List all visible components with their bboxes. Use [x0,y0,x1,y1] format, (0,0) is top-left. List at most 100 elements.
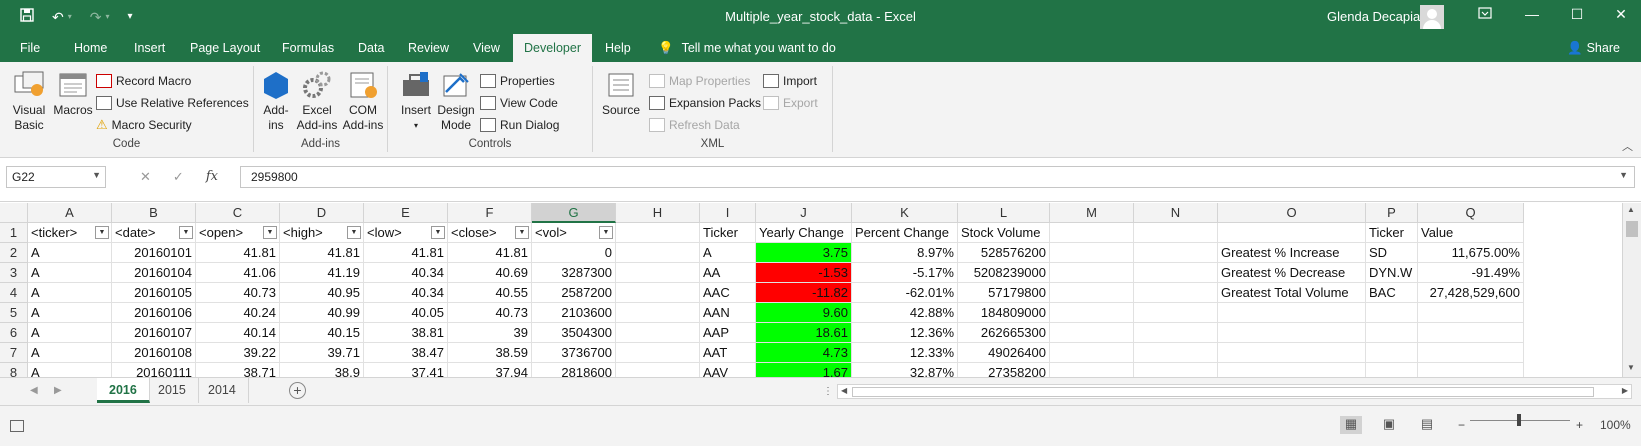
horizontal-scrollbar[interactable]: ◀ ▶ [837,384,1632,399]
cell-a1[interactable]: <ticker> ▼ [28,223,112,243]
scroll-left-icon[interactable]: ◀ [841,386,847,395]
column-header-h[interactable]: H [616,203,700,223]
cell-g2[interactable]: 0 [532,243,616,263]
zoom-out-button[interactable]: − [1458,418,1465,432]
page-layout-view-icon[interactable]: ▣ [1378,416,1400,434]
cell-p2[interactable]: SD [1366,243,1418,263]
cell-h3[interactable] [616,263,700,283]
cell-f2[interactable]: 41.81 [448,243,532,263]
run-dialog-button[interactable]: Run Dialog [480,116,559,134]
cell-d2[interactable]: 41.81 [280,243,364,263]
enter-icon[interactable]: ✓ [173,169,184,185]
cell-j5[interactable]: 9.60 [756,303,852,323]
cell-f6[interactable]: 39 [448,323,532,343]
cell-e1[interactable]: <low> ▼ [364,223,448,243]
column-header-k[interactable]: K [852,203,958,223]
cell-c8[interactable]: 38.71 [196,363,280,377]
cell-d4[interactable]: 40.95 [280,283,364,303]
cell-b1[interactable]: <date> ▼ [112,223,196,243]
column-header-l[interactable]: L [958,203,1050,223]
cell-q1[interactable]: Value [1418,223,1524,243]
cell-l3[interactable]: 5208239000 [958,263,1050,283]
cell-g6[interactable]: 3504300 [532,323,616,343]
zoom-level[interactable]: 100% [1600,418,1631,432]
page-break-preview-icon[interactable]: ▤ [1416,416,1438,434]
chevron-down-icon[interactable]: ▼ [92,170,101,180]
cell-k6[interactable]: 12.36% [852,323,958,343]
cell-i8[interactable]: AAV [700,363,756,377]
sheet-tab-2014[interactable]: 2014 [196,378,249,403]
row-header-7[interactable]: 7 [0,343,28,363]
cell-o3[interactable]: Greatest % Decrease [1218,263,1366,283]
cell-i7[interactable]: AAT [700,343,756,363]
cell-l4[interactable]: 57179800 [958,283,1050,303]
view-code-button[interactable]: View Code [480,94,558,112]
cell-p8[interactable] [1366,363,1418,377]
close-button[interactable]: ✕ [1611,6,1631,23]
column-header-f[interactable]: F [448,203,532,223]
cell-f4[interactable]: 40.55 [448,283,532,303]
tab-page-layout[interactable]: Page Layout [190,41,260,55]
cell-o4[interactable]: Greatest Total Volume [1218,283,1366,303]
cancel-icon[interactable]: ✕ [140,169,151,185]
normal-view-icon[interactable]: ▦ [1340,416,1362,434]
cell-h1[interactable] [616,223,700,243]
column-header-b[interactable]: B [112,203,196,223]
column-header-d[interactable]: D [280,203,364,223]
cell-e3[interactable]: 40.34 [364,263,448,283]
scroll-down-icon[interactable]: ▼ [1627,363,1635,372]
cell-j6[interactable]: 18.61 [756,323,852,343]
cell-p7[interactable] [1366,343,1418,363]
cell-n1[interactable] [1134,223,1218,243]
horizontal-scroll-thumb[interactable] [852,387,1594,397]
cell-c1[interactable]: <open> ▼ [196,223,280,243]
com-add-ins-button[interactable]: COM Add-ins [340,70,386,133]
cell-b5[interactable]: 20160106 [112,303,196,323]
cell-n5[interactable] [1134,303,1218,323]
cell-i6[interactable]: AAP [700,323,756,343]
cell-k7[interactable]: 12.33% [852,343,958,363]
filter-dropdown-icon[interactable]: ▼ [263,226,277,239]
column-header-e[interactable]: E [364,203,448,223]
cell-c5[interactable]: 40.24 [196,303,280,323]
cell-n3[interactable] [1134,263,1218,283]
tell-me-search[interactable]: 💡 Tell me what you want to do [658,41,836,56]
visual-basic-button[interactable]: Visual Basic [8,70,50,133]
tab-home[interactable]: Home [74,41,107,55]
cell-c6[interactable]: 40.14 [196,323,280,343]
cell-l6[interactable]: 262665300 [958,323,1050,343]
cell-b2[interactable]: 20160101 [112,243,196,263]
cell-m7[interactable] [1050,343,1134,363]
cell-d6[interactable]: 40.15 [280,323,364,343]
column-header-o[interactable]: O [1218,203,1366,223]
cell-l7[interactable]: 49026400 [958,343,1050,363]
relative-references-button[interactable]: Use Relative References [96,94,249,112]
cell-h8[interactable] [616,363,700,377]
cell-p6[interactable] [1366,323,1418,343]
macros-button[interactable]: Macros [52,70,94,118]
cell-o6[interactable] [1218,323,1366,343]
cell-j3[interactable]: -1.53 [756,263,852,283]
macro-recording-icon[interactable] [10,420,24,432]
row-header-6[interactable]: 6 [0,323,28,343]
cell-h2[interactable] [616,243,700,263]
cell-a8[interactable]: A [28,363,112,377]
cell-l8[interactable]: 27358200 [958,363,1050,377]
sheet-tab-2016[interactable]: 2016 [97,378,150,403]
avatar[interactable] [1420,5,1444,29]
cell-l2[interactable]: 528576200 [958,243,1050,263]
scroll-right-icon[interactable]: ▶ [1622,386,1628,395]
cell-c7[interactable]: 39.22 [196,343,280,363]
cell-o7[interactable] [1218,343,1366,363]
filter-dropdown-icon[interactable]: ▼ [179,226,193,239]
sheet-next-icon[interactable]: ▶ [54,385,62,396]
cell-n2[interactable] [1134,243,1218,263]
cell-d7[interactable]: 39.71 [280,343,364,363]
row-header-1[interactable]: 1 [0,223,28,243]
cell-q8[interactable] [1418,363,1524,377]
row-header-2[interactable]: 2 [0,243,28,263]
properties-button[interactable]: Properties [480,72,555,90]
filter-dropdown-icon[interactable]: ▼ [515,226,529,239]
cell-i2[interactable]: A [700,243,756,263]
cell-k5[interactable]: 42.88% [852,303,958,323]
